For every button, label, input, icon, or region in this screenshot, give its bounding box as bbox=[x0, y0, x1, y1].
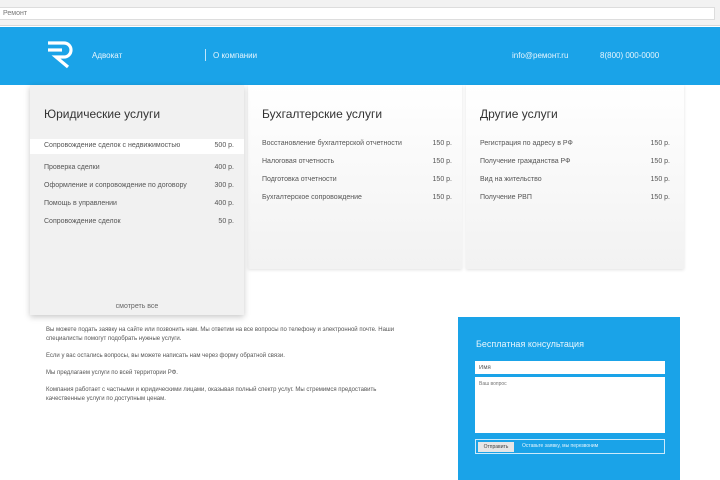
card-title: Другие услуги bbox=[480, 107, 558, 121]
nav-link-about[interactable]: О компании bbox=[213, 51, 257, 60]
name-field[interactable] bbox=[475, 361, 665, 374]
service-item[interactable]: Оформление и сопровождение по договору 30… bbox=[44, 181, 234, 190]
info-paragraph: Компания работает с частными и юридическ… bbox=[46, 387, 377, 402]
service-item[interactable]: Восстановление бухгалтерской отчетности 1… bbox=[262, 139, 452, 148]
form-note: Оставьте заявку, мы перезвоним bbox=[522, 443, 599, 449]
service-item[interactable]: Получение гражданства РФ 150 р. bbox=[480, 157, 670, 166]
service-cards: Юридические услуги Сопровождение сделок … bbox=[30, 85, 684, 315]
service-item[interactable]: Помощь в управлении 400 р. bbox=[44, 199, 234, 208]
nav-divider bbox=[205, 49, 206, 61]
form-title: Бесплатная консультация bbox=[476, 339, 584, 349]
info-paragraph: Если у вас остались вопросы, вы можете н… bbox=[46, 353, 285, 359]
info-paragraph: Вы можете подать заявку на сайте или поз… bbox=[46, 327, 395, 342]
message-field[interactable] bbox=[475, 377, 665, 433]
nav-link-advokat[interactable]: Адвокат bbox=[92, 51, 122, 60]
nav-email-link[interactable]: info@ремонт.ru bbox=[512, 51, 568, 60]
service-item[interactable]: Сопровождение сделок с недвижимостью 500 … bbox=[30, 139, 244, 154]
form-footer: Отправить Оставьте заявку, мы перезвоним bbox=[475, 439, 665, 454]
browser-toolbar: Ремонт bbox=[0, 0, 720, 26]
service-item[interactable]: Сопровождение сделок 50 р. bbox=[44, 217, 234, 226]
info-paragraph: Мы предлагаем услуги по всей территории … bbox=[46, 370, 178, 376]
service-item[interactable]: Бухгалтерское сопровождение 150 р. bbox=[262, 193, 452, 202]
nav-phone-link[interactable]: 8(800) 000-0000 bbox=[600, 51, 659, 60]
top-navigation: Адвокат О компании info@ремонт.ru 8(800)… bbox=[0, 27, 720, 85]
service-item[interactable]: Проверка сделки 400 р. bbox=[44, 163, 234, 172]
service-item[interactable]: Подготовка отчетности 150 р. bbox=[262, 175, 452, 184]
service-item[interactable]: Получение РВП 150 р. bbox=[480, 193, 670, 202]
service-item[interactable]: Налоговая отчетность 150 р. bbox=[262, 157, 452, 166]
address-bar[interactable]: Ремонт bbox=[0, 7, 715, 20]
card-accounting-services: Бухгалтерские услуги Восстановление бухг… bbox=[248, 85, 462, 269]
consultation-form: Бесплатная консультация Отправить Оставь… bbox=[458, 317, 680, 480]
card-other-services: Другие услуги Регистрация по адресу в РФ… bbox=[466, 85, 684, 269]
send-button[interactable]: Отправить bbox=[478, 442, 514, 452]
service-item[interactable]: Вид на жительство 150 р. bbox=[480, 175, 670, 184]
service-item[interactable]: Регистрация по адресу в РФ 150 р. bbox=[480, 139, 670, 148]
logo-icon[interactable] bbox=[44, 40, 74, 70]
card-legal-services: Юридические услуги Сопровождение сделок … bbox=[30, 85, 244, 315]
card-title: Юридические услуги bbox=[44, 107, 161, 121]
see-all-link[interactable]: смотреть все bbox=[30, 303, 244, 310]
card-title: Бухгалтерские услуги bbox=[262, 107, 383, 121]
info-text-block: Вы можете подать заявку на сайте или поз… bbox=[46, 326, 406, 412]
